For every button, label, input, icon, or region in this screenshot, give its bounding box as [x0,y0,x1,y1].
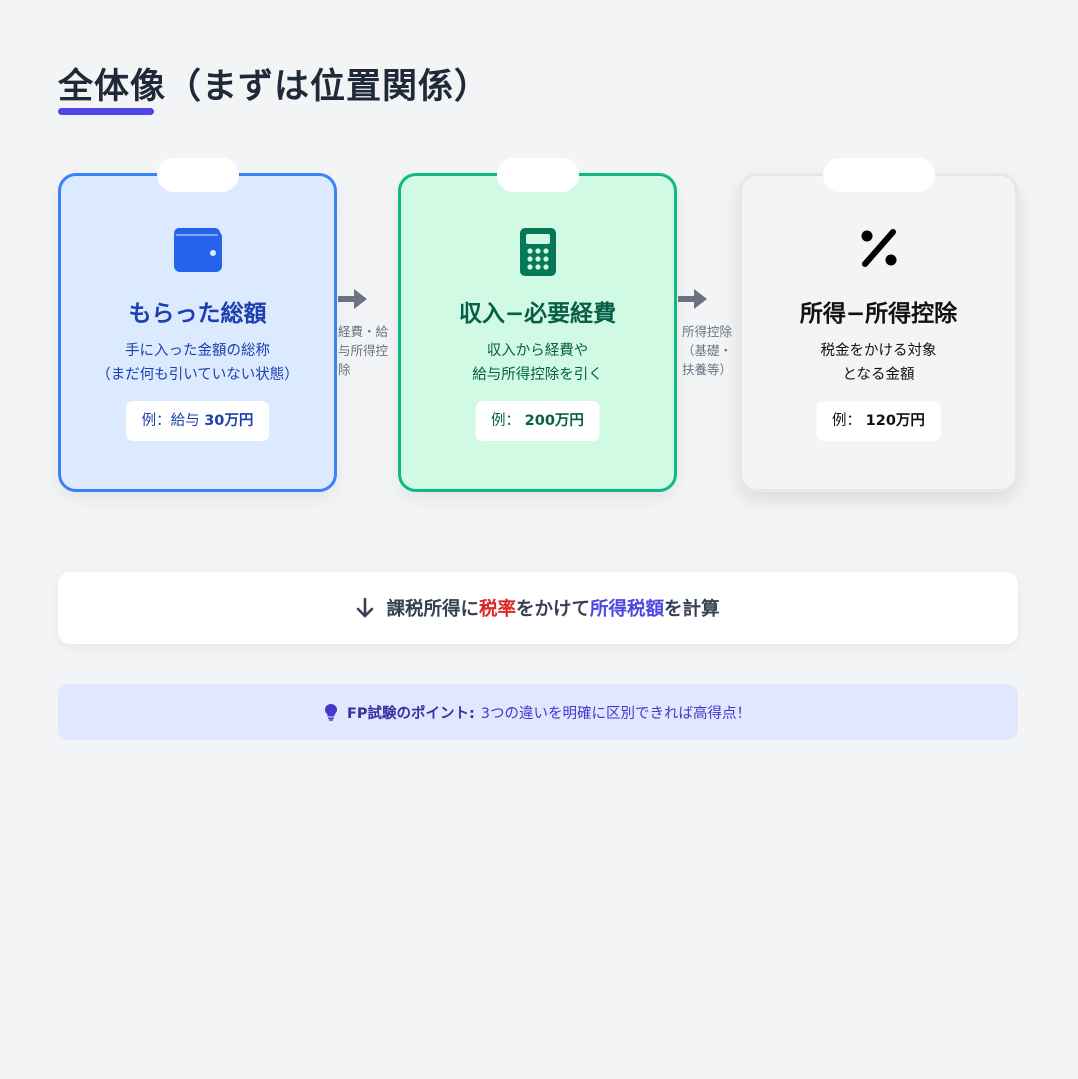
connector-1: 経費・給 与所得控 除 [338,288,400,379]
tip-label: FP試験のポイント: [346,705,475,722]
example-prefix: 例： [491,413,521,429]
example-badge: 例： 120万円 [816,401,941,441]
connector-label: 所得控除 （基礎・ 扶養等） [678,322,736,379]
connector-label-line: （基礎・ [681,343,732,358]
card-tab [496,158,579,192]
wallet-icon [173,228,222,276]
example-value: 200万円 [524,413,584,429]
connector-label: 経費・給 与所得控 除 [338,322,400,379]
example-value: 30万円 [204,413,254,429]
calc-text-1: 課税所得に [386,599,479,620]
card-taxable-income: 所得−所得控除 税金をかける対象 となる金額 例： 120万円 [739,158,1018,492]
connector-label-line: 所得控除 [681,324,732,339]
title-underline [58,108,154,115]
arrow-down-icon [356,597,374,619]
calc-text-income-tax: 所得税額 [590,599,665,620]
calculator-icon [519,228,556,280]
card-description: 収入から経費や 給与所得控除を引く [401,339,674,387]
connector-label-line: 経費・給 [338,324,389,339]
exam-tip-box: FP試験のポイント: 3つの違いを明確に区別できれば高得点！ [58,684,1018,740]
connector-label-line: 与所得控 [338,343,389,358]
card-desc-line: 給与所得控除を引く [472,367,603,383]
arrow-right-icon [678,288,740,314]
connector-2: 所得控除 （基礎・ 扶養等） [678,288,740,379]
calc-text-3: を計算 [664,599,720,620]
card-shotoku: 収入−必要経費 収入から経費や 給与所得控除を引く 例： 200万円 [398,158,677,492]
example-badge: 例： 200万円 [475,401,600,441]
card-desc-line: となる金額 [842,367,915,383]
calc-text-2: をかけて [515,599,590,620]
card-tab [822,158,935,192]
card-description: 手に入った金額の総称 （まだ何も引いていない状態） [61,339,334,387]
percent-icon [859,228,899,272]
card-title: 所得−所得控除 [799,301,958,327]
example-prefix: 例：給与 [141,413,200,429]
lightbulb-icon [324,703,337,721]
card-desc-line: 手に入った金額の総称 [125,343,270,359]
arrow-right-icon [338,288,400,314]
example-value: 120万円 [865,413,925,429]
page-title: 全体像（まずは位置関係） [58,67,491,107]
card-description: 税金をかける対象 となる金額 [742,339,1015,387]
card-title: もらった総額 [128,301,267,327]
connector-label-line: 扶養等） [681,362,732,377]
card-desc-line: 収入から経費や [486,343,589,359]
calc-text-tax-rate: 税率 [478,599,516,620]
tip-text: 3つの違いを明確に区別できれば高得点！ [480,705,752,722]
card-desc-line: 税金をかける対象 [820,343,937,359]
connector-label-line: 除 [338,362,351,377]
card-tab [156,158,239,192]
example-prefix: 例： [832,413,862,429]
card-desc-line: （まだ何も引いていない状態） [96,367,299,383]
card-income: もらった総額 手に入った金額の総称 （まだ何も引いていない状態） 例：給与 30… [58,158,337,492]
calculation-bar: 課税所得に 税率 をかけて 所得税額 を計算 [58,572,1018,644]
example-badge: 例：給与 30万円 [125,401,270,441]
card-title: 収入−必要経費 [458,301,617,327]
